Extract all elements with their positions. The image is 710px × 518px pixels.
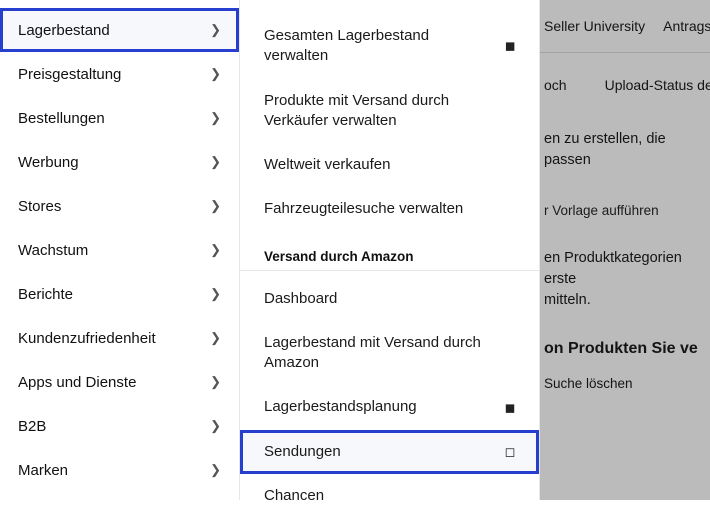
submenu-item-label: Lagerbestandsplanung	[264, 397, 503, 417]
sidebar-item-bestellungen[interactable]: Bestellungen ❯	[0, 96, 239, 140]
tab[interactable]: och	[544, 77, 567, 93]
sidebar-item-preisgestaltung[interactable]: Preisgestaltung ❯	[0, 52, 239, 96]
sidebar-item-apps-dienste[interactable]: Apps und Dienste ❯	[0, 360, 239, 404]
sidebar-item-b2b[interactable]: B2B ❯	[0, 404, 239, 448]
chevron-right-icon: ❯	[210, 110, 221, 126]
topnav-link[interactable]: Antragss	[663, 18, 710, 34]
sidebar-item-label: Stores	[18, 198, 61, 215]
chevron-right-icon: ❯	[210, 154, 221, 170]
sidebar-item-marken[interactable]: Marken ❯	[0, 448, 239, 492]
chevron-right-icon: ❯	[210, 22, 221, 38]
sidebar-item-label: Apps und Dienste	[18, 374, 136, 391]
sidebar-item-label: Berichte	[18, 286, 73, 303]
chevron-right-icon: ❯	[210, 66, 221, 82]
body-text: mitteln.	[544, 292, 591, 308]
submenu-item-lagerbestandsplanung[interactable]: Lagerbestandsplanung ◼︎	[240, 385, 539, 429]
sidebar-item-label: Bestellungen	[18, 110, 105, 127]
submenu-item-label: Dashboard	[264, 289, 517, 309]
chevron-right-icon: ❯	[210, 242, 221, 258]
submenu-item-label: Fahrzeugteilesuche verwalten	[264, 199, 517, 219]
bookmark-filled-icon[interactable]: ◼︎	[503, 37, 517, 55]
submenu-section-header: Versand durch Amazon	[240, 232, 539, 271]
chevron-right-icon: ❯	[210, 462, 221, 478]
tab[interactable]: Upload-Status de	[605, 77, 710, 93]
sidebar-item-werbung[interactable]: Werbung ❯	[0, 140, 239, 184]
sidebar-item-label: Wachstum	[18, 242, 88, 259]
sidebar-item-label: B2B	[18, 418, 46, 435]
submenu-item-dashboard[interactable]: Dashboard	[240, 277, 539, 321]
sidebar-item-label: Marken	[18, 462, 68, 479]
page-backdrop: Seller University Antragss och Upload-St…	[540, 0, 710, 500]
topnav-link[interactable]: Seller University	[544, 18, 645, 34]
sidebar-item-label: Kundenzufriedenheit	[18, 330, 156, 347]
submenu-item-label: Sendungen	[264, 442, 503, 462]
sidebar-item-lagerbestand[interactable]: Lagerbestand ❯	[0, 8, 239, 52]
bookmark-filled-icon[interactable]: ◼︎	[503, 399, 517, 417]
chevron-right-icon: ❯	[210, 418, 221, 434]
clear-search-link[interactable]: Suche löschen	[544, 376, 633, 391]
bookmark-outline-icon[interactable]: ◻︎	[503, 443, 517, 461]
submenu-item-sendungen[interactable]: Sendungen ◻︎	[240, 430, 539, 474]
sidebar-item-label: Preisgestaltung	[18, 66, 121, 83]
submenu-item-fahrzeugteilesuche[interactable]: Fahrzeugteilesuche verwalten	[240, 187, 539, 231]
sidebar-item-label: Werbung	[18, 154, 79, 171]
heading-text: on Produkten Sie ve	[544, 340, 698, 357]
submenu-section-label: Versand durch Amazon	[264, 249, 414, 264]
sidebar-item-wachstum[interactable]: Wachstum ❯	[0, 228, 239, 272]
submenu-item-lagerbestand-fba[interactable]: Lagerbestand mit Versand durch Amazon	[240, 321, 539, 386]
submenu-item-label: Lagerbestand mit Versand durch Amazon	[264, 333, 517, 374]
submenu-item-chancen[interactable]: Chancen	[240, 474, 539, 518]
body-link[interactable]: r Vorlage aufführen	[544, 197, 659, 221]
sidebar-item-label: Lagerbestand	[18, 22, 110, 39]
body-text: en Produktkategorien erste	[544, 250, 682, 287]
submenu-panel: Gesamten Lagerbestand verwalten ◼︎ Produ…	[240, 0, 540, 500]
sidebar-item-stores[interactable]: Stores ❯	[0, 184, 239, 228]
submenu-item-label: Produkte mit Versand durch Verkäufer ver…	[264, 91, 517, 132]
chevron-right-icon: ❯	[210, 374, 221, 390]
submenu-item-label: Gesamten Lagerbestand verwalten	[264, 26, 503, 67]
submenu-item-weltweit[interactable]: Weltweit verkaufen	[240, 143, 539, 187]
sidebar-item-berichte[interactable]: Berichte ❯	[0, 272, 239, 316]
sidebar-item-kundenzufriedenheit[interactable]: Kundenzufriedenheit ❯	[0, 316, 239, 360]
body-text: en zu erstellen, die passen	[544, 131, 666, 168]
chevron-right-icon: ❯	[210, 330, 221, 346]
primary-sidebar: Lagerbestand ❯ Preisgestaltung ❯ Bestell…	[0, 0, 240, 500]
submenu-item-label: Chancen	[264, 486, 517, 506]
chevron-right-icon: ❯	[210, 198, 221, 214]
chevron-right-icon: ❯	[210, 286, 221, 302]
submenu-item-label: Weltweit verkaufen	[264, 155, 517, 175]
submenu-item-gesamten-lagerbestand[interactable]: Gesamten Lagerbestand verwalten ◼︎	[240, 14, 539, 79]
submenu-item-versand-verkaeufer[interactable]: Produkte mit Versand durch Verkäufer ver…	[240, 79, 539, 144]
